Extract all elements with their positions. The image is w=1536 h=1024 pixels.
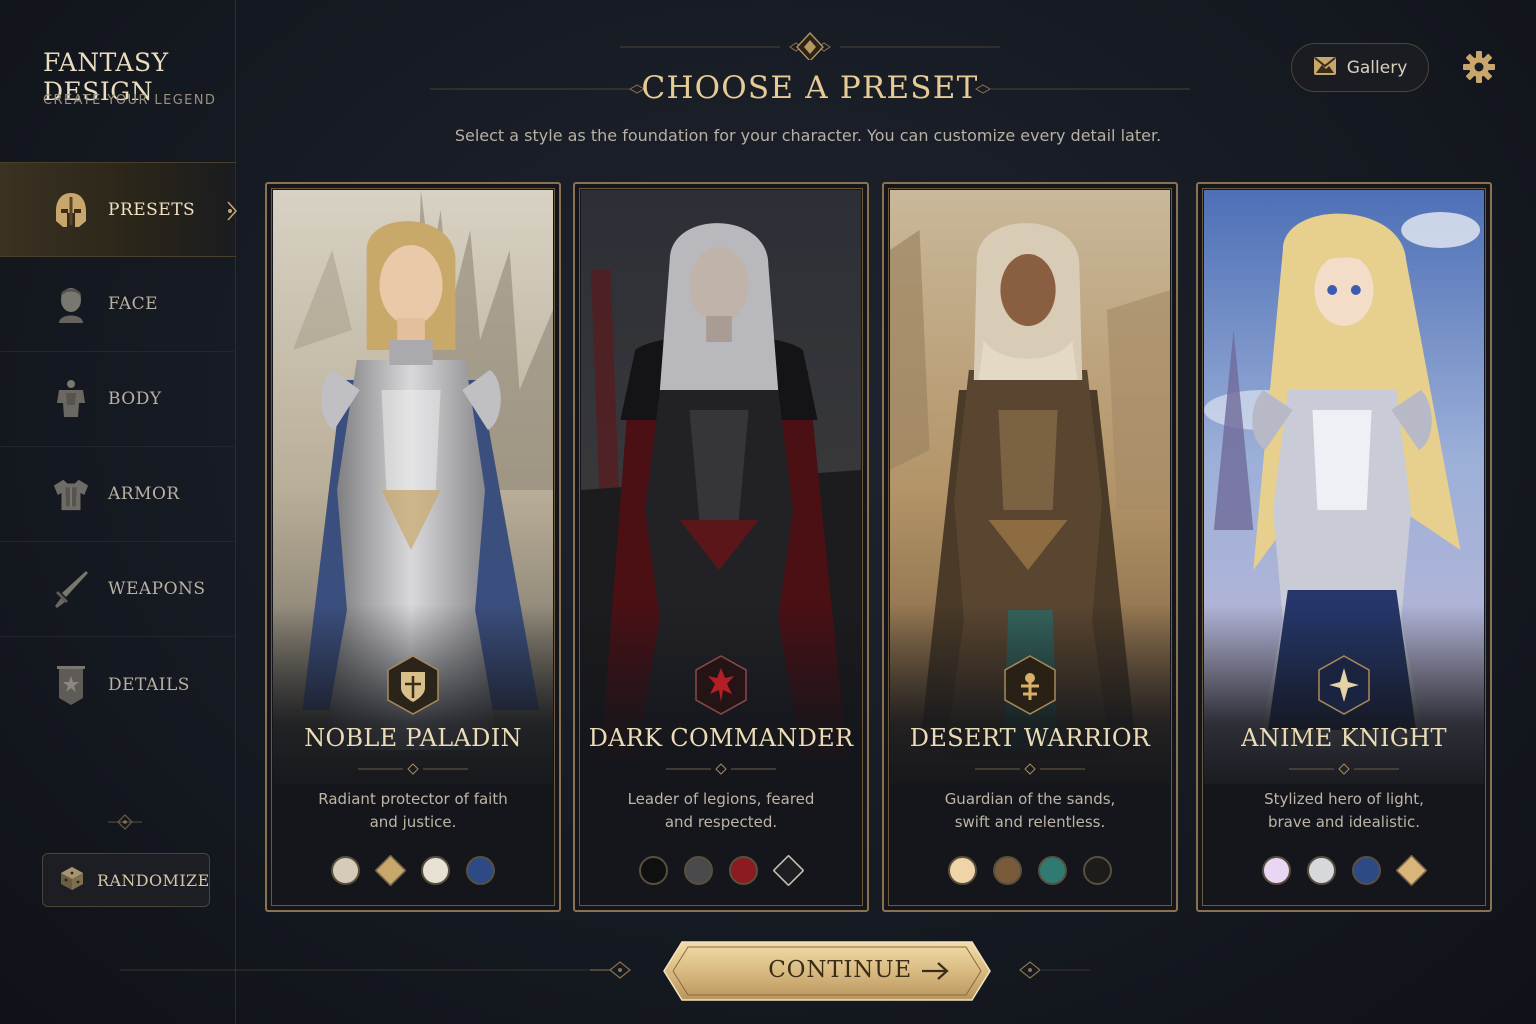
color-swatch[interactable] (729, 856, 758, 885)
fleur-crest-icon (1318, 655, 1370, 715)
color-swatch[interactable] (466, 856, 495, 885)
head-icon (52, 285, 90, 323)
description-line: Leader of legions, feared (627, 790, 815, 808)
active-indicator-icon (227, 201, 238, 221)
sidebar-item-weapons[interactable]: WEAPONS (0, 542, 236, 637)
preset-name: ANIME KNIGHT (1241, 724, 1447, 752)
description-line: Guardian of the sands, (944, 790, 1116, 808)
continue-label: CONTINUE (768, 957, 912, 983)
gear-icon[interactable] (1462, 50, 1496, 84)
shield-icon (387, 655, 439, 715)
sidebar-nav: PRESETS FACE BODY ARMOR WEAPONS DETAILS (0, 162, 238, 732)
gallery-icon (1313, 55, 1337, 81)
preset-description: Radiant protector of faith and justice. (287, 788, 539, 834)
gallery-label: Gallery (1346, 57, 1408, 78)
description-line: and respected. (664, 813, 778, 831)
sidebar-item-label: PRESETS (108, 199, 196, 220)
preset-card-noble-paladin[interactable]: NOBLE PALADIN Radiant protector of faith… (265, 182, 561, 912)
dragon-crest-icon (695, 655, 747, 715)
armor-icon (52, 475, 90, 513)
ornament-divider (1289, 763, 1399, 775)
preset-card-dark-commander[interactable]: DARK COMMANDER Leader of legions, feared… (573, 182, 869, 912)
color-swatches (1198, 854, 1490, 887)
banner-icon (52, 665, 90, 705)
page-subtitle: Select a style as the foundation for you… (454, 126, 1162, 145)
sidebar-item-label: ARMOR (108, 484, 180, 504)
randomize-label: RANDOMIZE (97, 870, 210, 890)
color-swatch[interactable] (1038, 856, 1067, 885)
color-swatches (267, 854, 559, 887)
color-swatch[interactable] (684, 856, 713, 885)
color-swatches (575, 854, 867, 887)
color-swatch[interactable] (1395, 854, 1428, 887)
description-line: swift and relentless. (954, 813, 1106, 831)
ornament-divider (108, 814, 142, 830)
arrow-right-icon (922, 962, 949, 980)
sword-icon (52, 570, 90, 608)
brand-subtitle: CREATE YOUR LEGEND (43, 93, 217, 108)
title-flourish-right (975, 84, 1190, 94)
gallery-button[interactable]: Gallery (1291, 43, 1429, 92)
preset-card-anime-knight[interactable]: ANIME KNIGHT Stylized hero of light, bra… (1196, 182, 1492, 912)
header-ornament (620, 32, 1000, 60)
description-line: Stylized hero of light, (1264, 790, 1424, 808)
randomize-button[interactable]: RANDOMIZE (42, 853, 210, 907)
preset-description: Leader of legions, feared and respected. (595, 788, 847, 834)
preset-description: Stylized hero of light, brave and ideali… (1218, 788, 1470, 834)
continue-button[interactable]: CONTINUE (662, 940, 992, 1002)
preset-description: Guardian of the sands, swift and relentl… (904, 788, 1156, 834)
sidebar-item-face[interactable]: FACE (0, 257, 236, 352)
color-swatch[interactable] (772, 854, 805, 887)
color-swatch[interactable] (993, 856, 1022, 885)
preset-card-desert-warrior[interactable]: DESERT WARRIOR Guardian of the sands, sw… (882, 182, 1178, 912)
color-swatches (884, 856, 1176, 885)
color-swatch[interactable] (1083, 856, 1112, 885)
sidebar-item-label: FACE (108, 294, 159, 314)
color-swatch[interactable] (1262, 856, 1291, 885)
sidebar-item-label: DETAILS (108, 674, 190, 695)
sidebar-item-label: BODY (108, 389, 162, 409)
helmet-icon (52, 191, 90, 229)
footer-flourish-left (120, 961, 631, 979)
sidebar-item-presets[interactable]: PRESETS (0, 162, 238, 257)
color-swatch[interactable] (948, 856, 977, 885)
sidebar-item-body[interactable]: BODY (0, 352, 236, 447)
description-line: Radiant protector of faith (318, 790, 508, 808)
color-swatch[interactable] (1352, 856, 1381, 885)
preset-name: DESERT WARRIOR (909, 724, 1151, 752)
color-swatch[interactable] (421, 856, 450, 885)
torso-icon (52, 380, 90, 418)
sidebar: FANTASY DESIGN CREATE YOUR LEGEND PRESET… (0, 0, 238, 1024)
ornament-divider (975, 763, 1085, 775)
preset-name: NOBLE PALADIN (304, 724, 522, 752)
color-swatch[interactable] (639, 856, 668, 885)
color-swatch[interactable] (374, 854, 407, 887)
color-swatch[interactable] (1307, 856, 1336, 885)
sidebar-item-details[interactable]: DETAILS (0, 637, 236, 732)
dice-icon (59, 865, 85, 895)
description-line: brave and idealistic. (1267, 813, 1421, 831)
color-swatch[interactable] (331, 856, 360, 885)
ornament-divider (358, 763, 468, 775)
preset-name: DARK COMMANDER (588, 724, 854, 752)
scarab-crest-icon (1004, 655, 1056, 715)
sidebar-item-armor[interactable]: ARMOR (0, 447, 236, 542)
ornament-divider (666, 763, 776, 775)
description-line: and justice. (369, 813, 457, 831)
footer-flourish-right (1019, 961, 1090, 979)
sidebar-item-label: WEAPONS (108, 579, 206, 599)
